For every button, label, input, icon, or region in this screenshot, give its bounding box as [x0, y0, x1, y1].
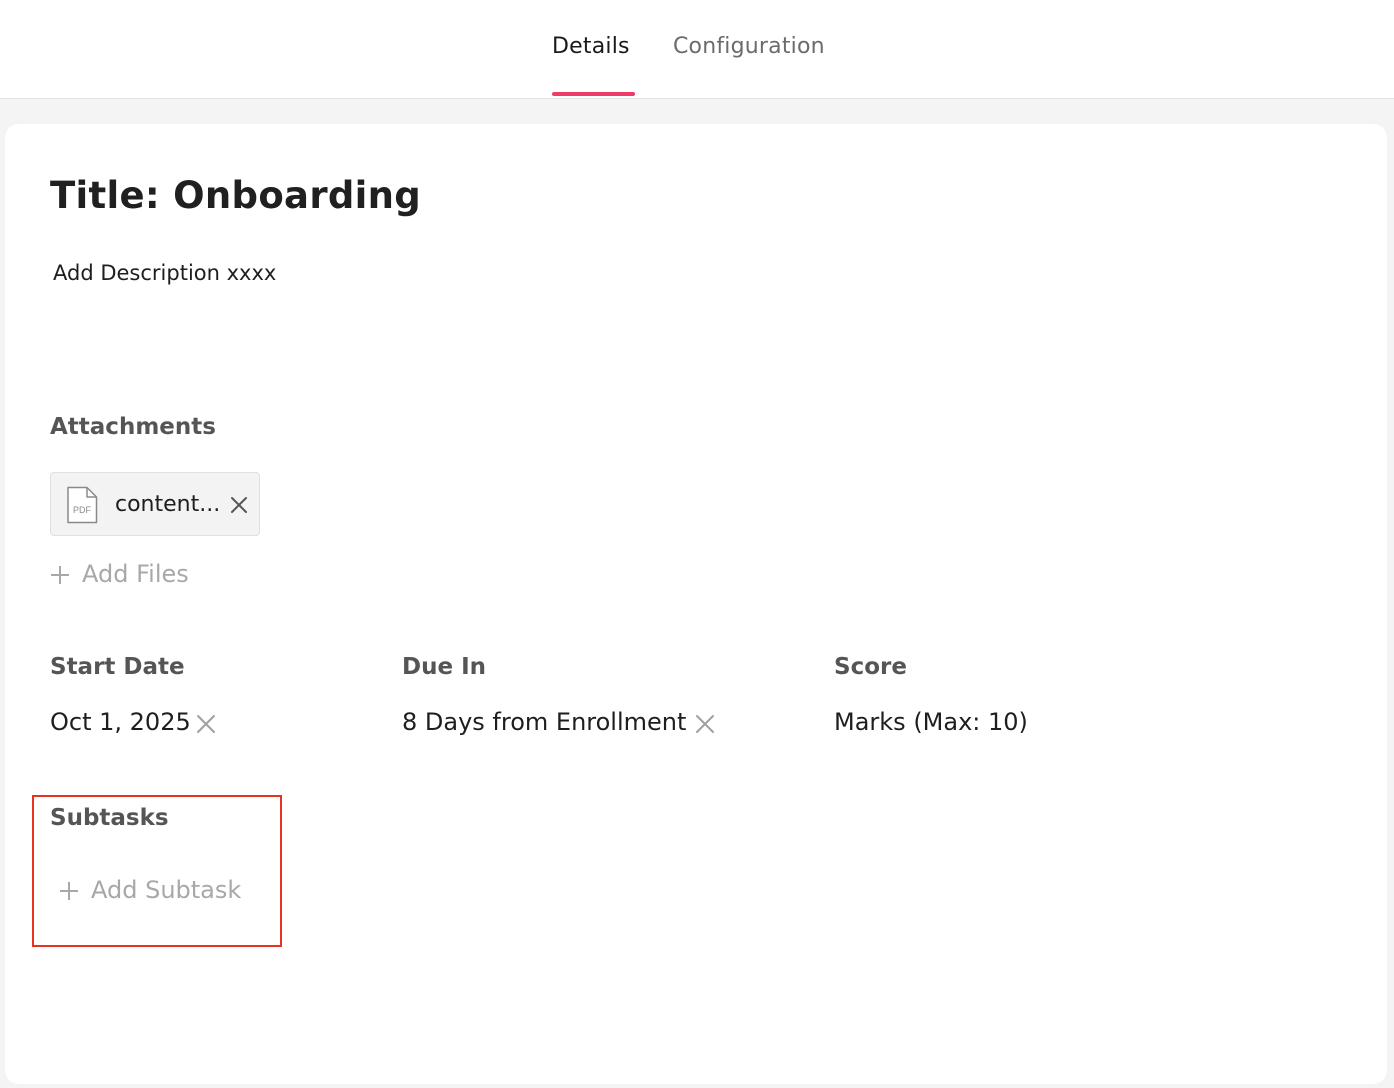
- score-label: Score: [834, 654, 907, 680]
- attachments-heading: Attachments: [50, 414, 216, 440]
- task-description[interactable]: Add Description xxxx: [53, 261, 276, 285]
- start-date-value[interactable]: Oct 1, 2025: [50, 708, 191, 736]
- add-files-button[interactable]: Add Files: [50, 560, 210, 590]
- subtasks-heading: Subtasks: [50, 805, 169, 831]
- attachment-file-name[interactable]: content...: [115, 492, 220, 517]
- task-details-card: Title: Onboarding Add Description xxxx A…: [5, 124, 1387, 1084]
- task-title[interactable]: Title: Onboarding: [50, 174, 421, 217]
- start-date-label: Start Date: [50, 654, 185, 680]
- active-tab-indicator: [552, 92, 635, 96]
- add-files-label: Add Files: [82, 560, 189, 588]
- tab-bar: Details Configuration: [0, 0, 1394, 99]
- clear-start-date-icon[interactable]: [196, 714, 216, 734]
- plus-icon: [51, 566, 69, 584]
- add-subtask-label: Add Subtask: [91, 876, 242, 904]
- due-in-label: Due In: [402, 654, 487, 680]
- tab-details[interactable]: Details: [552, 34, 630, 59]
- tab-configuration[interactable]: Configuration: [673, 34, 825, 59]
- plus-icon: [60, 882, 78, 900]
- svg-text:PDF: PDF: [73, 505, 92, 515]
- remove-attachment-icon[interactable]: [229, 495, 249, 515]
- clear-due-in-icon[interactable]: [695, 714, 715, 734]
- add-subtask-button[interactable]: Add Subtask: [59, 876, 259, 906]
- due-in-value[interactable]: 8 Days from Enrollment: [402, 708, 686, 736]
- attachment-chip[interactable]: PDF content...: [50, 472, 260, 536]
- pdf-file-icon: PDF: [67, 486, 98, 524]
- score-value[interactable]: Marks (Max: 10): [834, 708, 1028, 736]
